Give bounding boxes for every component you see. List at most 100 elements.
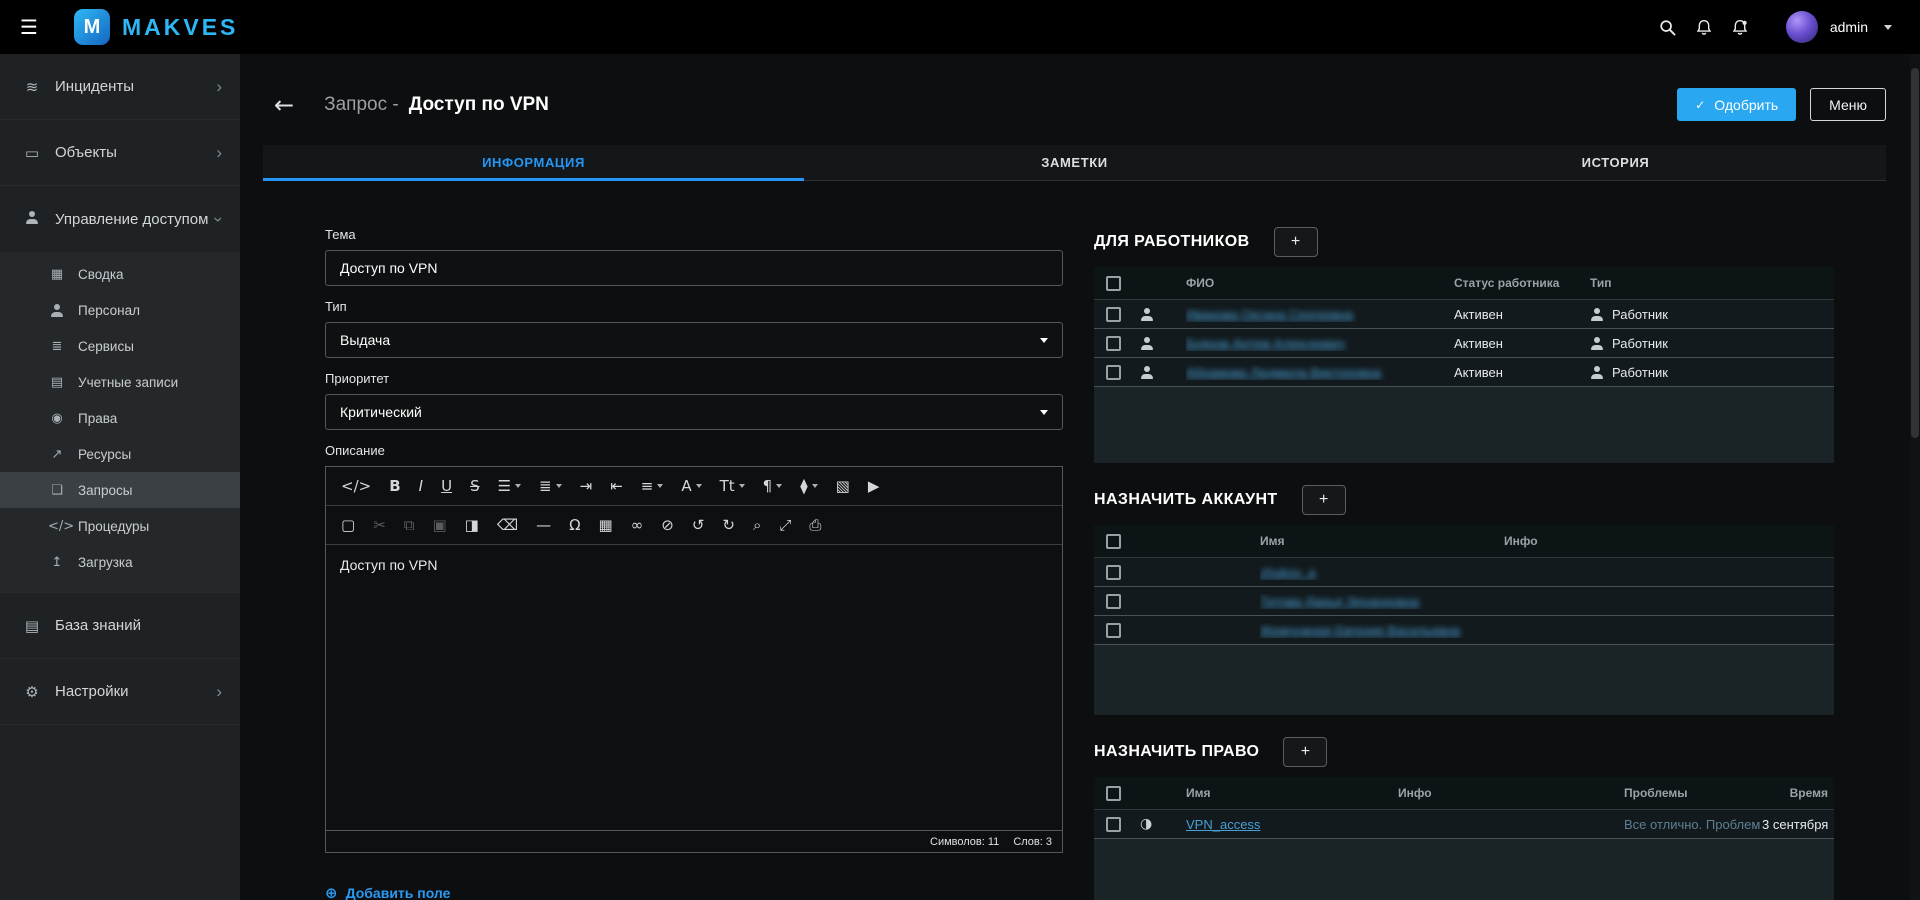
type-select[interactable]: Выдача xyxy=(325,322,1063,358)
unordered-list-icon[interactable]: ☰ xyxy=(489,475,530,498)
submenu-item-icon: ❏ xyxy=(48,483,66,498)
insert-video-icon[interactable]: ▶ xyxy=(859,475,889,498)
underline-icon[interactable]: U xyxy=(432,475,461,498)
redo-icon[interactable]: ↻ xyxy=(713,514,744,537)
indent-icon[interactable]: ⇥ xyxy=(571,475,602,498)
row-checkbox[interactable] xyxy=(1106,565,1121,580)
approve-button[interactable]: ✓ Одобрить xyxy=(1677,88,1796,121)
hamburger-menu-icon[interactable]: ☰ xyxy=(20,15,48,39)
worker-name-link[interactable]: Буянов Артем Алексеевич xyxy=(1186,336,1345,351)
fullscreen-icon[interactable]: ⤢ xyxy=(770,514,800,537)
font-size-icon[interactable]: Tt xyxy=(711,475,754,498)
sidebar-item-resources[interactable]: ↗ Ресурсы xyxy=(0,436,240,472)
tab-history[interactable]: ИСТОРИЯ xyxy=(1345,145,1886,180)
row-checkbox[interactable] xyxy=(1106,336,1121,351)
tab-notes[interactable]: ЗАМЕТКИ xyxy=(804,145,1345,180)
sidebar-item-procedures[interactable]: </> Процедуры xyxy=(0,508,240,544)
italic-icon[interactable]: I xyxy=(410,475,432,498)
notifications-bell-icon[interactable] xyxy=(1686,19,1722,36)
print-icon[interactable]: ⎙ xyxy=(800,514,830,537)
outdent-icon[interactable]: ⇤ xyxy=(601,475,632,498)
right-name-link[interactable]: VPN_access xyxy=(1186,817,1260,832)
priority-select[interactable]: Критический xyxy=(325,394,1063,430)
sidebar-item-knowledge-base[interactable]: ▤ База знаний xyxy=(0,593,240,659)
search-icon[interactable] xyxy=(1650,19,1686,36)
scrollbar-thumb[interactable] xyxy=(1911,68,1919,438)
paste-from-word-icon[interactable]: ◨ xyxy=(456,514,488,537)
row-checkbox[interactable] xyxy=(1106,594,1121,609)
menu-button[interactable]: Меню xyxy=(1810,88,1886,121)
subject-input[interactable] xyxy=(325,250,1063,286)
select-all-checkbox[interactable] xyxy=(1106,534,1121,549)
insert-image-icon[interactable]: ▧ xyxy=(827,475,859,498)
worker-name-link[interactable]: Абрамова Людмила Викторовна xyxy=(1186,365,1381,380)
user-name[interactable]: admin xyxy=(1830,19,1868,35)
account-row[interactable]: zhukov_a xyxy=(1094,558,1834,587)
sidebar-item-incidents[interactable]: ≋ Инциденты › xyxy=(0,54,240,120)
add-field-button[interactable]: ⊕ Добавить поле xyxy=(325,884,450,900)
sidebar-item-svodka[interactable]: ▦ Сводка xyxy=(0,256,240,292)
row-checkbox[interactable] xyxy=(1106,307,1121,322)
row-checkbox[interactable] xyxy=(1106,623,1121,638)
account-row[interactable]: Титова Дарья Эдуардовна xyxy=(1094,587,1834,616)
sidebar-item-services[interactable]: ≣ Сервисы xyxy=(0,328,240,364)
undo-icon[interactable]: ↺ xyxy=(683,514,714,537)
person-icon xyxy=(1590,366,1604,379)
account-name-link[interactable]: Жемчужная Евгения Васильевна xyxy=(1260,623,1460,638)
link-icon[interactable]: ∞ xyxy=(622,514,653,537)
select-all-checkbox[interactable] xyxy=(1106,786,1121,801)
sidebar-item-objects[interactable]: ▭ Объекты › xyxy=(0,120,240,186)
find-icon[interactable]: ⌕ xyxy=(744,514,770,537)
eraser-icon[interactable]: ⌫ xyxy=(488,514,527,537)
paragraph-format-icon[interactable]: ¶ xyxy=(754,475,792,498)
sidebar-item-requests[interactable]: ❏ Запросы xyxy=(0,472,240,508)
add-worker-button[interactable]: + xyxy=(1274,227,1318,257)
sidebar-item-rights[interactable]: ◉ Права xyxy=(0,400,240,436)
row-checkbox[interactable] xyxy=(1106,365,1121,380)
worker-row[interactable]: Буянов Артем Алексеевич Активен Работник xyxy=(1094,329,1834,358)
submenu-item-icon: ↥ xyxy=(48,555,66,570)
right-row[interactable]: ◑ VPN_access Все отлично. Проблем нет 3 … xyxy=(1094,810,1834,839)
horizontal-rule-icon[interactable]: — xyxy=(527,514,560,537)
account-name-link[interactable]: Титова Дарья Эдуардовна xyxy=(1260,594,1419,609)
highlight-color-icon[interactable]: ⧫ xyxy=(791,475,826,498)
chevron-down-icon: › xyxy=(211,216,228,222)
align-icon[interactable]: ≡ xyxy=(632,475,673,498)
cut-icon[interactable]: ✂ xyxy=(364,514,395,537)
account-row[interactable]: Жемчужная Евгения Васильевна xyxy=(1094,616,1834,645)
add-right-button[interactable]: + xyxy=(1283,737,1327,767)
row-checkbox[interactable] xyxy=(1106,817,1121,832)
copy-icon[interactable]: ⧉ xyxy=(395,514,424,537)
add-account-button[interactable]: + xyxy=(1302,485,1346,515)
user-avatar[interactable] xyxy=(1786,11,1818,43)
worker-name-link[interactable]: Иванова Оксана Сергеевна xyxy=(1186,307,1353,322)
bold-icon[interactable]: B xyxy=(380,475,409,498)
select-all-checkbox[interactable] xyxy=(1106,276,1121,291)
sidebar-item-accounts[interactable]: ▤ Учетные записи xyxy=(0,364,240,400)
brand-logo[interactable]: M MAKVES xyxy=(74,9,238,45)
ordered-list-icon[interactable]: ≣ xyxy=(530,475,571,498)
editor-body[interactable]: Доступ по VPN xyxy=(326,545,1062,830)
insert-table-icon[interactable]: ▦ xyxy=(590,514,622,537)
new-document-icon[interactable]: ▢ xyxy=(332,514,364,537)
rights-section-header: НАЗНАЧИТЬ ПРАВО + xyxy=(1094,737,1834,767)
type-select-value: Выдача xyxy=(340,332,390,348)
sidebar-item-upload[interactable]: ↥ Загрузка xyxy=(0,544,240,580)
font-color-icon[interactable]: A xyxy=(672,475,710,498)
sidebar-item-personal[interactable]: Персонал xyxy=(0,292,240,328)
alerts-bell-icon[interactable] xyxy=(1722,19,1758,36)
back-arrow-icon[interactable]: ← xyxy=(274,91,294,119)
account-name-link[interactable]: zhukov_a xyxy=(1260,565,1316,580)
code-view-icon[interactable]: </> xyxy=(332,475,380,498)
strikethrough-icon[interactable]: S xyxy=(461,475,489,498)
special-character-icon[interactable]: Ω xyxy=(560,514,589,537)
sidebar-item-access-management[interactable]: Управление доступом › xyxy=(0,186,240,252)
paste-icon[interactable]: ▣ xyxy=(423,514,455,537)
worker-row[interactable]: Абрамова Людмила Викторовна Активен Рабо… xyxy=(1094,358,1834,387)
sidebar-item-settings[interactable]: ⚙ Настройки › xyxy=(0,659,240,725)
worker-row[interactable]: Иванова Оксана Сергеевна Активен Работни… xyxy=(1094,300,1834,329)
tab-information[interactable]: ИНФОРМАЦИЯ xyxy=(263,145,804,180)
user-menu-chevron-icon[interactable] xyxy=(1884,25,1892,30)
unlink-icon[interactable]: ⊘ xyxy=(652,514,683,537)
page-scrollbar[interactable] xyxy=(1910,54,1920,900)
